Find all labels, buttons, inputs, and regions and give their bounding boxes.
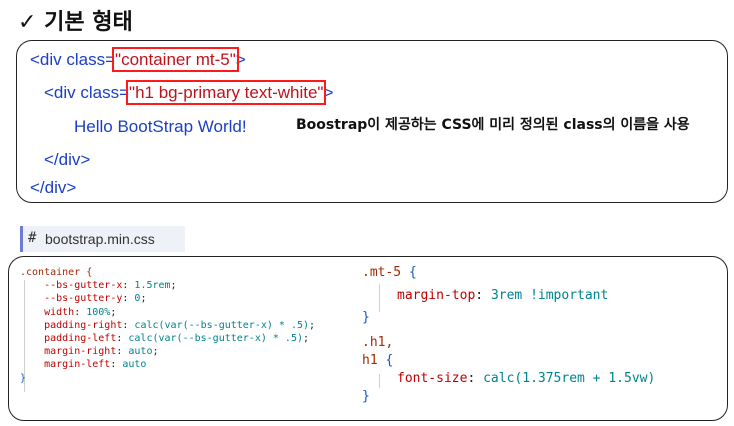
indent-guide [379,284,380,312]
highlighted-class-h1: "h1 bg-primary text-white" [126,80,327,105]
css-selector: .h1, [362,335,394,350]
html-line-2: <div class="h1 bg-primary text-white"> [44,80,334,105]
html-line-4: </div> [44,150,91,169]
css-value: calc(1.375rem + 1.5vw) [483,371,656,386]
css-prop: --bs-gutter-x [44,280,123,292]
css-prop: font-size [397,371,468,386]
css-selector: .mt-5 [362,265,402,280]
css-value: 1.5rem [134,280,171,292]
file-tab[interactable]: # bootstrap.min.css [20,226,185,252]
css-value: auto [122,359,147,371]
section-title: ✓ 기본 형태 [18,10,133,35]
css-close-brace: } [20,372,27,384]
css-value: 3rem !important [490,288,609,303]
indent-guide [379,374,380,388]
css-value: calc(var(--bs-gutter-x) * .5) [134,319,310,331]
highlighted-class-container: "container mt-5" [112,47,239,72]
tag-close-bracket: > [323,83,334,102]
css-right-block: .mt-5 { margin-top: 3rem !important } .h… [362,265,656,404]
css-container-block: .container { --bs-gutter-x: 1.5rem; --bs… [20,267,316,384]
css-prop: padding-left [44,333,117,345]
css-value: 100% [86,306,111,318]
css-prop: --bs-gutter-y [44,293,123,305]
file-name: bootstrap.min.css [45,231,155,247]
css-prop: margin-right [44,346,117,358]
hash-icon: # [28,230,37,246]
css-prop: margin-top [397,288,476,303]
css-value: calc(var(--bs-gutter-x) * .5) [128,333,303,345]
css-prop: margin-left [44,359,111,371]
css-prop: padding-right [44,319,123,331]
html-line-3-text: Hello BootStrap World! [74,117,247,136]
css-prop: width [44,306,75,318]
tag-open-text: <div class= [44,83,130,102]
html-line-5: </div> [30,178,77,197]
css-selector: h1 [362,353,378,368]
tag-open-text: <div class= [30,50,116,69]
html-line-1: <div class="container mt-5"> [30,47,246,72]
tag-close-bracket: > [235,50,246,69]
css-selector: .container { [20,267,93,278]
annotation-note: Boostrap이 제공하는 CSS에 미리 정의된 class의 이름을 사용 [296,117,690,133]
css-value: auto [128,346,153,358]
